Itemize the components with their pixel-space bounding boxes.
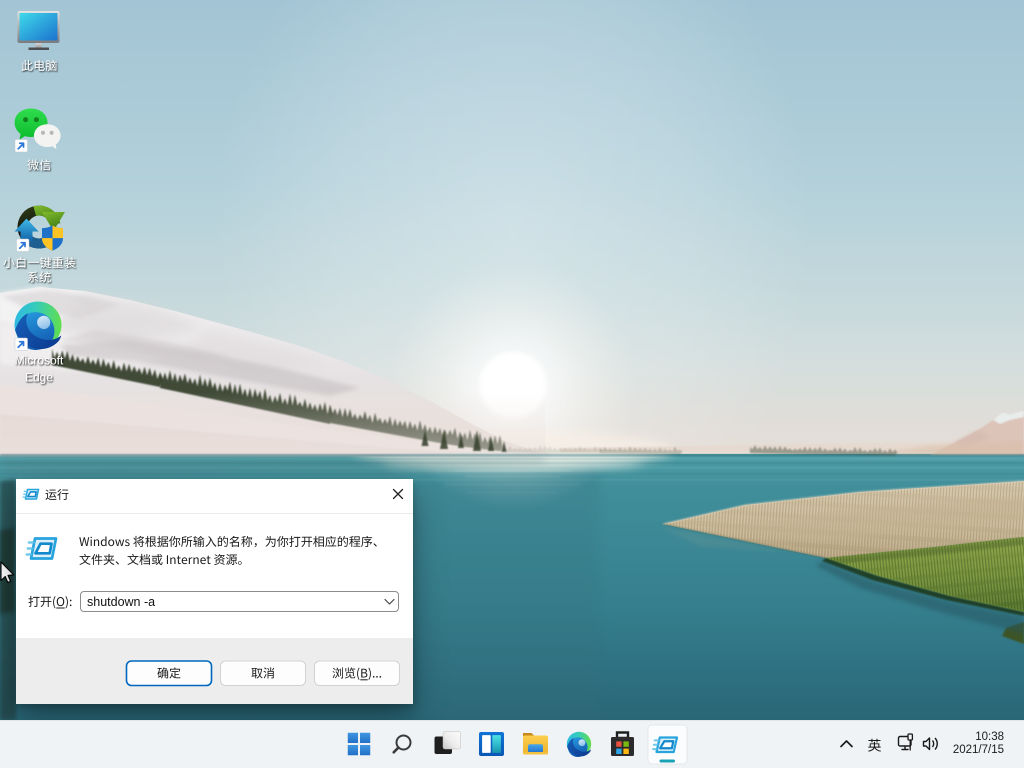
svg-text:Edge: Edge <box>25 371 53 385</box>
svg-text:shutdown -a: shutdown -a <box>87 595 155 609</box>
svg-text:Microsoft: Microsoft <box>15 354 64 368</box>
